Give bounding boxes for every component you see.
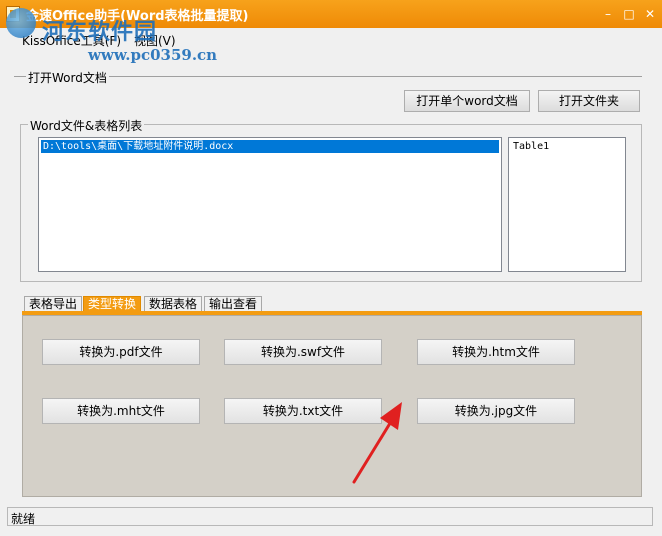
convert-htm-button[interactable]: 转换为.htm文件 xyxy=(417,339,575,365)
table-list[interactable]: Table1 xyxy=(508,137,626,272)
table-list-item[interactable]: Table1 xyxy=(513,141,549,152)
status-bar: 就绪 xyxy=(7,507,653,526)
convert-swf-button[interactable]: 转换为.swf文件 xyxy=(224,339,382,365)
tab-table-export[interactable]: 表格导出 xyxy=(24,296,83,312)
convert-mht-button[interactable]: 转换为.mht文件 xyxy=(42,398,200,424)
file-table-group-label: Word文件&表格列表 xyxy=(28,117,145,134)
convert-pdf-button[interactable]: 转换为.pdf文件 xyxy=(42,339,200,365)
watermark-logo xyxy=(6,8,36,38)
tab-type-convert[interactable]: 类型转换 xyxy=(83,296,142,312)
minimize-button[interactable]: – xyxy=(598,5,618,23)
open-group-label: 打开Word文档 xyxy=(26,69,109,86)
watermark-title: 河东软件园 xyxy=(42,20,158,45)
tab-data-table[interactable]: 数据表格 xyxy=(144,296,203,312)
tab-output-view[interactable]: 输出查看 xyxy=(204,296,263,312)
status-text: 就绪 xyxy=(11,512,36,526)
red-arrow-icon xyxy=(352,402,402,484)
maximize-button[interactable]: □ xyxy=(619,5,639,23)
close-button[interactable]: ✕ xyxy=(640,5,660,23)
convert-jpg-button[interactable]: 转换为.jpg文件 xyxy=(417,398,575,424)
watermark-url: www.pc0359.cn xyxy=(88,46,218,64)
open-single-word-button[interactable]: 打开单个word文档 xyxy=(404,90,530,112)
open-folder-button[interactable]: 打开文件夹 xyxy=(538,90,640,112)
file-list-item[interactable]: D:\tools\桌面\下载地址附件说明.docx xyxy=(41,140,499,153)
file-list[interactable]: D:\tools\桌面\下载地址附件说明.docx xyxy=(38,137,502,272)
